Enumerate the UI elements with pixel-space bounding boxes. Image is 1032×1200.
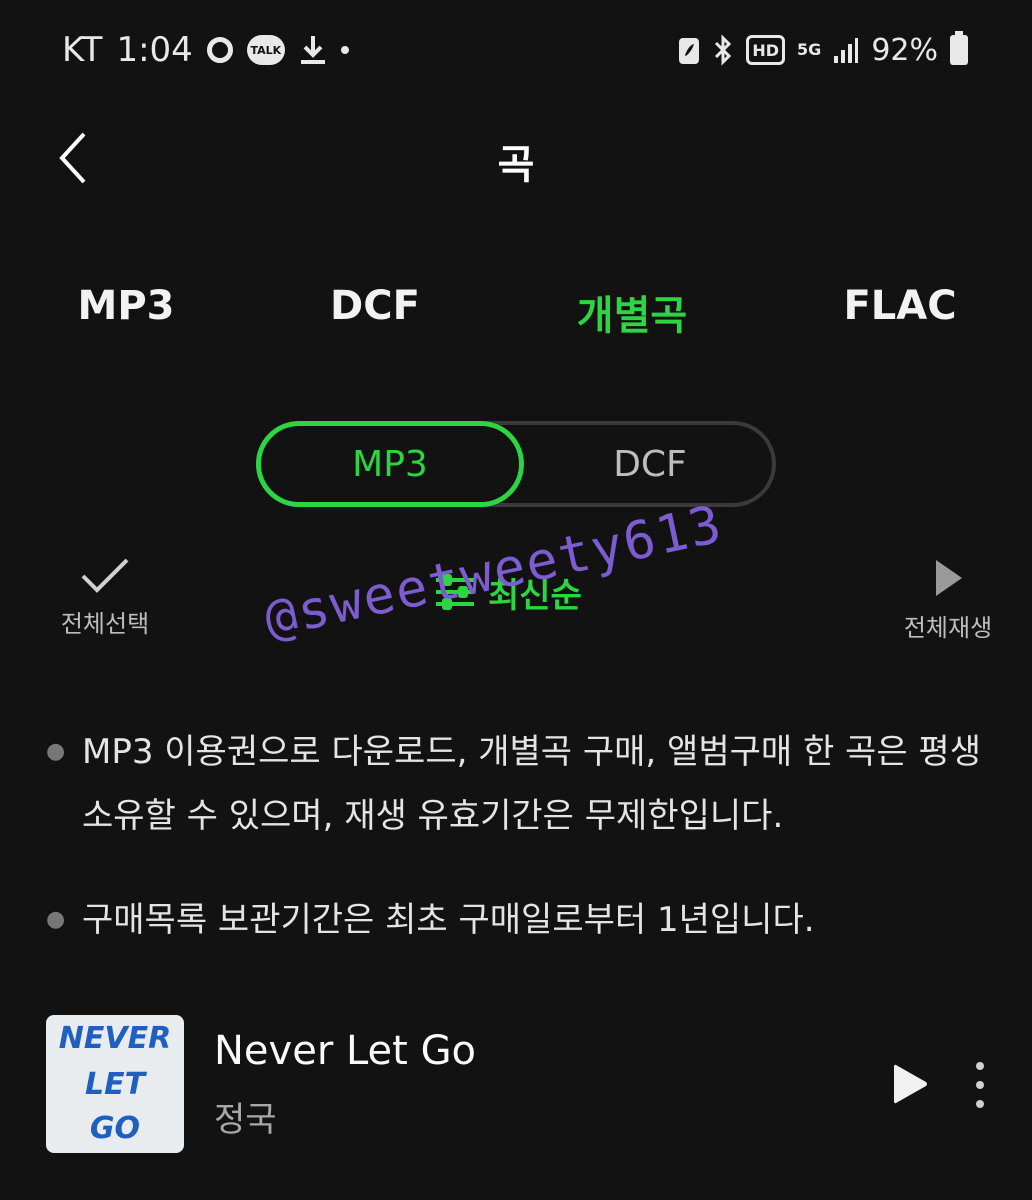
note-item: ● MP3 이용권으로 다운로드, 개별곡 구매, 앨범구매 한 곡은 평생 소… (46, 720, 996, 848)
more-notifications-dot-icon (340, 46, 349, 54)
track-play-button[interactable] (890, 1062, 930, 1106)
select-all-label: 전체선택 (60, 610, 150, 638)
battery-saver-icon (678, 35, 700, 65)
hd-voice-icon: HD (746, 35, 786, 65)
signal-icon (833, 36, 859, 64)
album-art-line: NEVER (58, 1021, 172, 1056)
tab-mp3[interactable]: MP3 (26, 283, 226, 329)
play-icon (894, 1064, 927, 1104)
checkmark-icon (81, 558, 129, 593)
play-all-label: 전체재생 (903, 614, 993, 642)
bluetooth-icon (712, 34, 734, 66)
track-title[interactable]: Never Let Go (214, 1028, 476, 1074)
album-art[interactable]: NEVER LET GO (46, 1015, 184, 1153)
info-notes: ● MP3 이용권으로 다운로드, 개별곡 구매, 앨범구매 한 곡은 평생 소… (46, 720, 996, 992)
network-5g-icon: 5G (797, 40, 822, 59)
track-artist: 정국 (214, 1100, 277, 1140)
notification-ring-icon (206, 37, 233, 63)
select-all-button[interactable]: 전체선택 (40, 556, 170, 639)
note-text: 구매목록 보관기간은 최초 구매일로부터 1년입니다. (82, 900, 815, 940)
note-text: MP3 이용권으로 다운로드, 개별곡 구매, 앨범구매 한 곡은 평생 소유할… (82, 732, 981, 836)
clock: 1:04 (116, 30, 193, 70)
battery-icon (950, 31, 968, 65)
bullet-icon: ● (46, 907, 66, 932)
watermark-text: @sweetweety613 (259, 494, 729, 650)
status-bar-left: KT 1:04 TALK (62, 28, 349, 72)
tab-individual-songs[interactable]: 개별곡 (532, 283, 732, 341)
play-icon (936, 560, 962, 596)
segment-dcf[interactable]: DCF (524, 421, 776, 507)
tab-dcf[interactable]: DCF (275, 283, 475, 329)
segment-mp3[interactable]: MP3 (256, 421, 524, 507)
bullet-icon: ● (46, 739, 66, 764)
page-title: 곡 (497, 142, 535, 188)
album-art-line: LET (84, 1067, 146, 1102)
note-item: ● 구매목록 보관기간은 최초 구매일로부터 1년입니다. (46, 888, 996, 952)
track-more-button[interactable] (968, 1060, 992, 1110)
play-all-button[interactable]: 전체재생 (888, 556, 1008, 643)
tab-flac[interactable]: FLAC (800, 283, 1000, 329)
album-art-line: GO (89, 1111, 141, 1146)
kakaotalk-icon: TALK (246, 35, 285, 65)
download-icon (299, 34, 327, 66)
carrier-label: KT (62, 30, 103, 70)
more-vertical-icon (976, 1062, 984, 1108)
battery-percent: 92% (871, 32, 938, 68)
status-bar-right: HD 5G 92% (678, 28, 968, 72)
